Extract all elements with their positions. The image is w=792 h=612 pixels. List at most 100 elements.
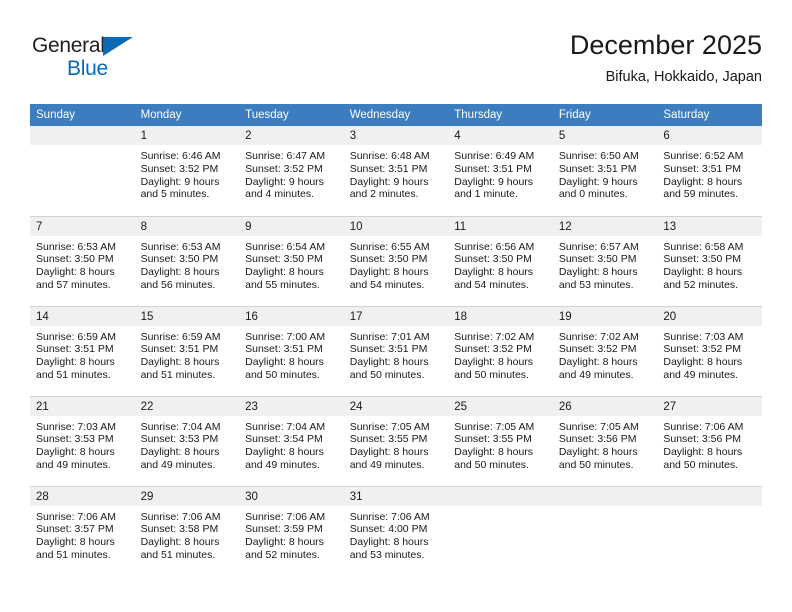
- daylight-text-cont: and 1 minute.: [454, 188, 518, 201]
- calendar-day-cell[interactable]: 6 Sunrise: 6:52 AM Sunset: 3:51 PM Daylight…: [657, 126, 762, 216]
- calendar-day-cell[interactable]: 11 Sunrise: 6:56 AM Sunset: 3:50 PM Dayligh…: [448, 215, 553, 306]
- sunrise-text: Sunrise: 6:57 AM: [558, 240, 639, 253]
- sunrise-text: Sunrise: 7:01 AM: [349, 330, 430, 343]
- sunset-text: Sunset: 3:51 PM: [558, 162, 637, 175]
- calendar-day-cell[interactable]: 14 Sunrise: 6:59 AM Sunset: 3:51 PM Dayligh…: [30, 305, 135, 396]
- sun-info: Sunrise: 7:02 AM Sunset: 3:52 PM Daylight:…: [448, 326, 553, 382]
- daylight-text: Daylight: 8 hours: [558, 356, 638, 369]
- calendar-cell-empty: [30, 126, 135, 216]
- calendar-day-cell[interactable]: 22 Sunrise: 7:04 AM Sunset: 3:53 PM Dayligh…: [134, 395, 240, 486]
- sunset-text: Sunset: 3:53 PM: [36, 433, 114, 446]
- sunset-text: Sunset: 4:00 PM: [349, 523, 428, 536]
- sunset-text: Sunset: 3:54 PM: [245, 433, 323, 446]
- calendar-day-cell[interactable]: 12 Sunrise: 6:57 AM Sunset: 3:50 PM Dayligh…: [552, 215, 658, 306]
- sun-info: Sunrise: 7:00 AM Sunset: 3:51 PM Daylight:…: [239, 326, 344, 382]
- daylight-text-cont: and 50 minutes.: [454, 368, 529, 381]
- sunset-text: Sunset: 3:50 PM: [454, 253, 532, 266]
- calendar-day-cell[interactable]: 18 Sunrise: 7:02 AM Sunset: 3:52 PM Dayligh…: [448, 305, 553, 396]
- sun-info: Sunrise: 6:50 AM Sunset: 3:51 PM Daylight:…: [553, 145, 658, 201]
- day-number: 12: [552, 216, 658, 236]
- daylight-text-cont: and 49 minutes.: [140, 458, 216, 471]
- calendar-day-cell[interactable]: 13 Sunrise: 6:58 AM Sunset: 3:50 PM Dayligh…: [657, 215, 762, 306]
- calendar-day-cell[interactable]: 28 Sunrise: 7:06 AM Sunset: 3:57 PM Dayligh…: [30, 485, 135, 576]
- sun-info: Sunrise: 6:55 AM Sunset: 3:50 PM Daylight:…: [344, 236, 449, 292]
- calendar-day-cell[interactable]: 27 Sunrise: 7:06 AM Sunset: 3:56 PM Dayligh…: [657, 395, 762, 486]
- day-cell-content: [448, 486, 553, 576]
- sunrise-text: Sunrise: 7:04 AM: [245, 420, 326, 433]
- calendar-day-cell[interactable]: 4 Sunrise: 6:49 AM Sunset: 3:51 PM Daylight…: [448, 126, 553, 216]
- calendar-day-cell[interactable]: 2 Sunrise: 6:47 AM Sunset: 3:52 PM Daylight…: [239, 126, 344, 216]
- calendar-day-cell[interactable]: 1 Sunrise: 6:46 AM Sunset: 3:52 PM Daylight…: [134, 126, 240, 216]
- sunrise-text: Sunrise: 6:50 AM: [558, 150, 639, 162]
- daylight-text-cont: and 50 minutes.: [663, 458, 739, 471]
- daylight-text: Daylight: 8 hours: [140, 356, 220, 369]
- sunrise-text: Sunrise: 7:02 AM: [558, 330, 639, 343]
- sun-info: Sunrise: 7:06 AM Sunset: 3:56 PM Daylight:…: [657, 416, 762, 472]
- sunrise-text: Sunrise: 7:03 AM: [36, 420, 116, 433]
- day-cell-content: 25 Sunrise: 7:05 AM Sunset: 3:55 PM Dayligh…: [448, 396, 553, 486]
- day-number: 1: [134, 126, 240, 145]
- sun-info: Sunrise: 6:48 AM Sunset: 3:51 PM Daylight:…: [344, 145, 449, 201]
- sun-info: Sunrise: 7:05 AM Sunset: 3:55 PM Daylight:…: [448, 416, 553, 472]
- weekday-header-tuesday: Tuesday: [239, 104, 344, 126]
- sunset-text: Sunset: 3:50 PM: [663, 253, 742, 266]
- daylight-text: Daylight: 8 hours: [245, 356, 324, 369]
- calendar-day-cell[interactable]: 7 Sunrise: 6:53 AM Sunset: 3:50 PM Daylight…: [30, 215, 135, 306]
- day-cell-content: 4 Sunrise: 6:49 AM Sunset: 3:51 PM Daylight…: [448, 126, 553, 215]
- calendar-week-row: 1 Sunrise: 6:46 AM Sunset: 3:52 PM Daylight…: [30, 126, 762, 216]
- calendar-day-cell[interactable]: 26 Sunrise: 7:05 AM Sunset: 3:56 PM Dayligh…: [552, 395, 658, 486]
- daylight-text: Daylight: 8 hours: [349, 536, 429, 549]
- general-blue-logo[interactable]: General Blue: [32, 34, 162, 86]
- sun-info: Sunrise: 6:59 AM Sunset: 3:51 PM Daylight:…: [135, 326, 240, 382]
- calendar-day-cell[interactable]: 5 Sunrise: 6:50 AM Sunset: 3:51 PM Daylight…: [552, 126, 658, 216]
- calendar-day-cell[interactable]: 21 Sunrise: 7:03 AM Sunset: 3:53 PM Dayligh…: [30, 395, 135, 486]
- calendar-day-cell[interactable]: 3 Sunrise: 6:48 AM Sunset: 3:51 PM Daylight…: [343, 126, 449, 216]
- weekday-header-friday: Friday: [552, 104, 658, 126]
- calendar-day-cell[interactable]: 29 Sunrise: 7:06 AM Sunset: 3:58 PM Dayligh…: [134, 485, 240, 576]
- calendar-day-cell[interactable]: 16 Sunrise: 7:00 AM Sunset: 3:51 PM Dayligh…: [239, 305, 344, 396]
- calendar-day-cell[interactable]: 19 Sunrise: 7:02 AM Sunset: 3:52 PM Dayligh…: [552, 305, 658, 396]
- sun-info: Sunrise: 7:03 AM Sunset: 3:53 PM Daylight:…: [30, 416, 135, 472]
- day-cell-content: 23 Sunrise: 7:04 AM Sunset: 3:54 PM Dayligh…: [239, 396, 344, 486]
- daylight-text: Daylight: 8 hours: [36, 266, 115, 279]
- calendar-day-cell[interactable]: 17 Sunrise: 7:01 AM Sunset: 3:51 PM Dayligh…: [343, 305, 449, 396]
- daylight-text: Daylight: 9 hours: [349, 175, 429, 188]
- day-cell-content: [552, 486, 658, 576]
- day-cell-content: 21 Sunrise: 7:03 AM Sunset: 3:53 PM Dayligh…: [30, 396, 135, 486]
- sun-info: Sunrise: 7:06 AM Sunset: 3:58 PM Daylight:…: [135, 506, 240, 562]
- calendar-day-cell[interactable]: 25 Sunrise: 7:05 AM Sunset: 3:55 PM Dayligh…: [448, 395, 553, 486]
- daylight-text: Daylight: 8 hours: [349, 446, 429, 459]
- daylight-text: Daylight: 8 hours: [663, 266, 743, 279]
- sunset-text: Sunset: 3:50 PM: [140, 253, 219, 266]
- day-cell-content: 30 Sunrise: 7:06 AM Sunset: 3:59 PM Dayligh…: [239, 486, 344, 576]
- calendar-day-cell[interactable]: 31 Sunrise: 7:06 AM Sunset: 4:00 PM Dayligh…: [343, 485, 449, 576]
- daylight-text-cont: and 51 minutes.: [140, 368, 216, 381]
- calendar-day-cell[interactable]: 10 Sunrise: 6:55 AM Sunset: 3:50 PM Dayligh…: [343, 215, 449, 306]
- calendar-day-cell[interactable]: 9 Sunrise: 6:54 AM Sunset: 3:50 PM Daylight…: [239, 215, 344, 306]
- daylight-text: Daylight: 8 hours: [245, 266, 324, 279]
- calendar-day-cell[interactable]: 30 Sunrise: 7:06 AM Sunset: 3:59 PM Dayligh…: [239, 485, 344, 576]
- calendar-day-cell[interactable]: 20 Sunrise: 7:03 AM Sunset: 3:52 PM Dayligh…: [657, 305, 762, 396]
- calendar-day-cell[interactable]: 8 Sunrise: 6:53 AM Sunset: 3:50 PM Daylight…: [134, 215, 240, 306]
- sunrise-text: Sunrise: 7:03 AM: [663, 330, 744, 343]
- sun-info: Sunrise: 7:05 AM Sunset: 3:55 PM Daylight:…: [344, 416, 449, 472]
- day-number: 16: [239, 306, 344, 326]
- sunset-text: Sunset: 3:52 PM: [558, 343, 637, 356]
- day-number: 28: [30, 486, 135, 506]
- day-cell-content: 27 Sunrise: 7:06 AM Sunset: 3:56 PM Dayligh…: [657, 396, 762, 486]
- calendar-day-cell[interactable]: 15 Sunrise: 6:59 AM Sunset: 3:51 PM Dayligh…: [134, 305, 240, 396]
- day-number: 9: [239, 216, 344, 236]
- daylight-text: Daylight: 8 hours: [663, 446, 743, 459]
- calendar-week-row: 21 Sunrise: 7:03 AM Sunset: 3:53 PM Dayligh…: [30, 395, 762, 486]
- calendar-day-cell[interactable]: 24 Sunrise: 7:05 AM Sunset: 3:55 PM Dayligh…: [343, 395, 449, 486]
- sun-info: Sunrise: 7:04 AM Sunset: 3:54 PM Daylight:…: [239, 416, 344, 472]
- calendar-day-cell[interactable]: 23 Sunrise: 7:04 AM Sunset: 3:54 PM Dayligh…: [239, 395, 344, 486]
- sun-info: Sunrise: 6:49 AM Sunset: 3:51 PM Daylight:…: [448, 145, 553, 201]
- day-number: 5: [552, 126, 658, 145]
- daylight-text-cont: and 56 minutes.: [140, 278, 216, 291]
- calendar-cell-empty: [657, 485, 762, 576]
- sunset-text: Sunset: 3:50 PM: [558, 253, 637, 266]
- sunrise-text: Sunrise: 6:59 AM: [36, 330, 116, 343]
- day-cell-content: 10 Sunrise: 6:55 AM Sunset: 3:50 PM Dayligh…: [343, 216, 449, 306]
- sunset-text: Sunset: 3:51 PM: [36, 343, 114, 356]
